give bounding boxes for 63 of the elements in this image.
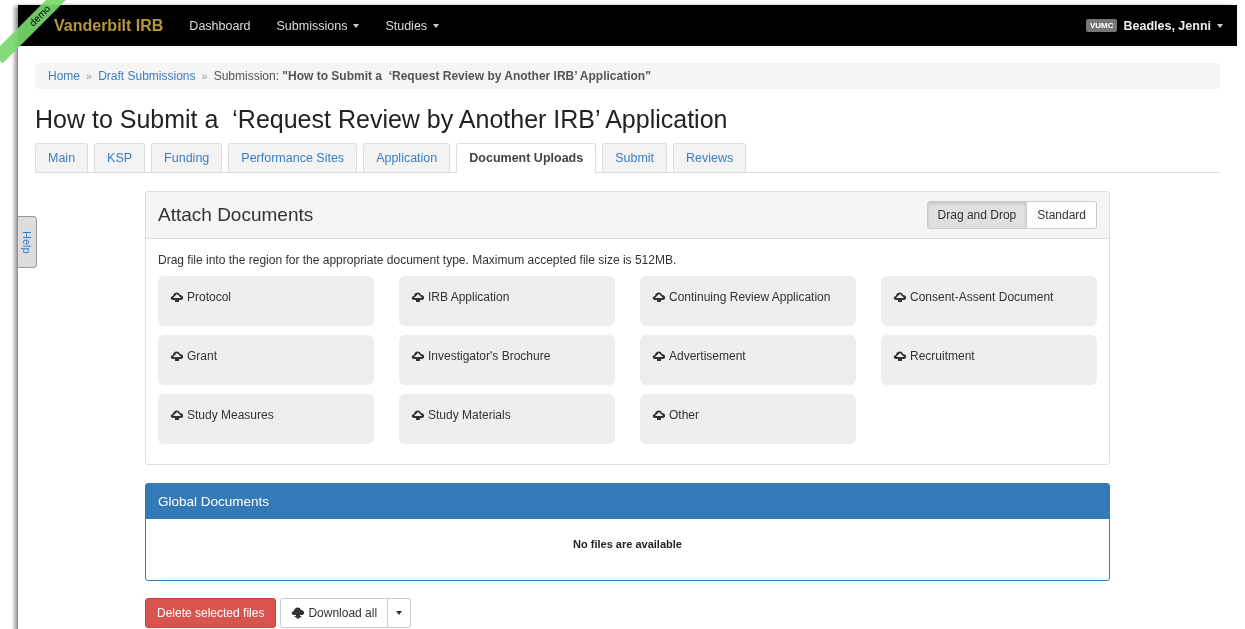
panel-title: Global Documents	[158, 494, 270, 509]
drop-zone[interactable]: Advertisement	[640, 335, 856, 385]
drop-zone-label: IRB Application	[428, 290, 510, 304]
drop-zone[interactable]: Protocol	[158, 276, 374, 326]
cloud-upload-icon	[170, 409, 184, 421]
dropdown-toggle[interactable]	[388, 598, 412, 628]
drop-zone[interactable]: Other	[640, 394, 856, 444]
drop-zone-label: Recruitment	[910, 349, 975, 363]
mode-toggle[interactable]: Drag and Drop	[926, 201, 1028, 229]
drop-zone-label: Study Measures	[187, 408, 274, 422]
user-menu[interactable]: VUMC Beadles, Jenni	[1085, 18, 1223, 33]
breadcrumb-link[interactable]: Home	[48, 69, 80, 83]
tab[interactable]: Submit	[602, 143, 668, 172]
page-title: How to Submit a ‘Request Review by Another IRB’ Application	[35, 105, 729, 134]
brand-link[interactable]: Vanderbilt IRB	[54, 16, 164, 35]
breadcrumb-current: Submission: "How to Submit a ‘Request Review by Another IRB’ Application"	[213, 69, 651, 83]
drop-zone-label: Continuing Review Application	[669, 290, 831, 304]
cloud-upload-icon	[411, 409, 425, 421]
download-button[interactable]: Download all	[280, 598, 389, 628]
drop-zone[interactable]: IRB Application	[399, 276, 615, 326]
panel-title: Attach Documents	[158, 204, 314, 226]
tab[interactable]: Document Uploads	[456, 143, 597, 173]
drop-zone-label: Grant	[187, 349, 217, 363]
drop-zone[interactable]: Grant	[158, 335, 374, 385]
drop-zone[interactable]: Investigator's Brochure	[399, 335, 615, 385]
cloud-upload-icon	[652, 291, 666, 303]
cloud-download-icon	[291, 607, 306, 619]
drop-zone-label: Study Materials	[428, 408, 511, 422]
cloud-upload-icon	[893, 350, 907, 362]
drop-zone-label: Protocol	[187, 290, 232, 304]
tab[interactable]: Application	[363, 143, 451, 172]
instructions-text: Drag file into the region for the appropriate document type. Maximum accepted file size is 512MB.	[158, 253, 678, 267]
drop-zone-label: Consent-Assent Document	[910, 290, 1054, 304]
tab[interactable]: KSP	[94, 143, 146, 172]
drop-zone-label: Advertisement	[669, 349, 746, 363]
cloud-upload-icon	[893, 291, 907, 303]
breadcrumb-separator: »	[86, 70, 93, 82]
cloud-upload-icon	[652, 350, 666, 362]
cloud-upload-icon	[411, 291, 425, 303]
drop-zone[interactable]: Continuing Review Application	[640, 276, 856, 326]
nav-link[interactable]: Dashboard	[189, 18, 251, 33]
drop-zone[interactable]: Study Measures	[158, 394, 374, 444]
drop-zone[interactable]: Study Materials	[399, 394, 615, 444]
org-badge: VUMC	[1085, 19, 1118, 32]
cloud-upload-icon	[652, 409, 666, 421]
empty-message: No files are available	[573, 538, 682, 550]
delete-button[interactable]: Delete selected files	[145, 598, 277, 628]
tab[interactable]: Funding	[151, 143, 223, 172]
breadcrumb-separator: »	[201, 70, 208, 82]
mode-toggle[interactable]: Standard	[1027, 201, 1097, 229]
drop-zone[interactable]: Consent-Assent Document	[881, 276, 1097, 326]
drop-zone-label: Other	[669, 408, 699, 422]
nav-link[interactable]: Submissions	[276, 18, 360, 33]
tab[interactable]: Main	[35, 143, 89, 172]
tab[interactable]: Performance Sites	[228, 143, 358, 172]
tab[interactable]: Reviews	[673, 143, 747, 172]
cloud-upload-icon	[170, 291, 184, 303]
cloud-upload-icon	[170, 350, 184, 362]
nav-link[interactable]: Studies	[385, 18, 440, 33]
drop-zone[interactable]: Recruitment	[881, 335, 1097, 385]
breadcrumb-link[interactable]: Draft Submissions	[98, 69, 196, 83]
cloud-upload-icon	[411, 350, 425, 362]
drop-zone-label: Investigator's Brochure	[428, 349, 551, 363]
